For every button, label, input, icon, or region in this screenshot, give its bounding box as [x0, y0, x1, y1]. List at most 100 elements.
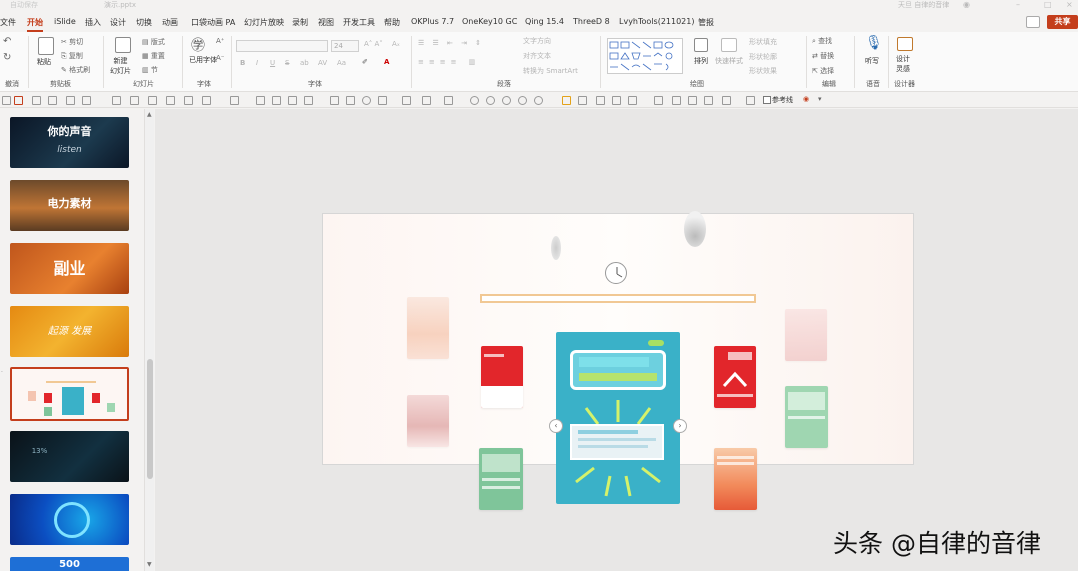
tab-guanbao[interactable]: 管报 [698, 17, 714, 28]
paste-button[interactable]: 粘贴 [37, 57, 51, 67]
text-direction-button[interactable]: 文字方向 [523, 36, 551, 46]
tab-animations[interactable]: 动画 [162, 17, 178, 28]
tab-home[interactable]: 开始 [27, 17, 43, 32]
tab-insert[interactable]: 插入 [85, 17, 101, 28]
qat-tool-icon[interactable] [256, 96, 265, 105]
minimize-icon[interactable]: – [1016, 0, 1026, 10]
align-text-button[interactable]: 对齐文本 [523, 51, 551, 61]
maximize-icon[interactable]: □ [1044, 0, 1054, 10]
qat-tool-icon[interactable] [746, 96, 755, 105]
clock-icon[interactable] [605, 262, 627, 284]
char-spacing-button[interactable]: AV [318, 59, 327, 67]
qat-ellipse-icon[interactable] [362, 96, 371, 105]
copy-button[interactable]: ⎘ 复制 [61, 51, 83, 61]
redo-icon[interactable]: ↻ [3, 52, 11, 63]
qat-tool-icon[interactable] [230, 96, 239, 105]
slide-canvas[interactable]: ‹ › [155, 109, 1078, 571]
clear-format-icon[interactable]: Aₓ [392, 40, 400, 48]
tab-threed[interactable]: ThreeD 8 [573, 17, 610, 26]
replace-button[interactable]: ⇄ 替换 [812, 51, 834, 61]
thumbnail-scrollbar[interactable]: ▲ ▼ [144, 109, 154, 571]
template-card-orange[interactable] [714, 448, 757, 510]
qat-tool-icon[interactable] [444, 96, 453, 105]
close-icon[interactable]: × [1066, 0, 1076, 10]
underline-button[interactable]: U [270, 59, 275, 67]
tab-transitions[interactable]: 切换 [136, 17, 152, 28]
section-button[interactable]: ▥ 节 [142, 65, 158, 75]
user-name[interactable]: 天旦 自律的音律 [898, 0, 949, 10]
dictate-button[interactable]: 听写 [865, 56, 879, 66]
change-case-button[interactable]: Aa [337, 59, 346, 67]
qat-tool-icon[interactable] [422, 96, 431, 105]
prev-arrow-icon[interactable]: ‹ [549, 419, 563, 433]
used-fonts-icon[interactable]: ㊫ [191, 35, 205, 55]
autosave-label[interactable]: 自动保存 [10, 0, 38, 10]
arrange-icon[interactable] [694, 38, 708, 52]
qat-tool-icon[interactable] [288, 96, 297, 105]
find-button[interactable]: ⌕ 查找 [812, 36, 832, 46]
tab-qing[interactable]: Qing 15.4 [525, 17, 564, 26]
tab-help[interactable]: 帮助 [384, 17, 400, 28]
qat-tool-icon[interactable] [202, 96, 211, 105]
shadow-button[interactable]: ab [300, 59, 309, 67]
slide-thumbnail[interactable]: 起源 发展 [10, 306, 129, 357]
qat-merge-icon[interactable] [502, 96, 511, 105]
qat-more-icon[interactable]: ▾ [818, 95, 822, 103]
template-card-green[interactable] [479, 448, 523, 510]
title-placeholder[interactable] [480, 294, 756, 303]
template-card-green[interactable] [785, 386, 828, 448]
design-ideas-button[interactable]: 设计 灵感 [896, 54, 910, 74]
qat-tool-icon[interactable] [304, 96, 313, 105]
template-card[interactable] [407, 297, 449, 359]
qat-tool-icon[interactable] [2, 96, 11, 105]
qat-tool-icon[interactable] [562, 96, 571, 105]
strikethrough-button[interactable]: S [285, 59, 289, 67]
quick-styles-button[interactable]: 快速样式 [715, 56, 743, 66]
next-arrow-icon[interactable]: › [673, 419, 687, 433]
qat-rect-icon[interactable] [330, 96, 339, 105]
new-slide-icon[interactable] [115, 37, 131, 53]
comments-button[interactable] [1026, 16, 1040, 28]
qat-merge-icon[interactable] [518, 96, 527, 105]
reference-line-checkbox[interactable] [763, 96, 771, 104]
tab-design[interactable]: 设计 [110, 17, 126, 28]
slide-thumbnail[interactable]: 你的声音 listen [10, 117, 129, 168]
new-slide-button[interactable]: 新建 幻灯片 [110, 56, 131, 76]
tab-developer[interactable]: 开发工具 [343, 17, 375, 28]
arrange-button[interactable]: 排列 [694, 56, 708, 66]
qat-tool-icon[interactable] [272, 96, 281, 105]
highlight-icon[interactable]: ✐ [362, 58, 368, 66]
avatar[interactable]: ◉ [963, 0, 973, 10]
qat-tool-icon[interactable] [628, 96, 637, 105]
increase-font-icon[interactable]: A˄ A˅ [364, 40, 383, 48]
select-button[interactable]: ⇱ 选择 [812, 66, 834, 76]
font-grow-icon[interactable]: A⁺ [216, 37, 224, 45]
qat-tool-icon[interactable] [14, 96, 23, 105]
shapes-gallery[interactable] [607, 38, 683, 74]
tab-view[interactable]: 视图 [318, 17, 334, 28]
template-card-red[interactable] [714, 346, 756, 408]
qat-tool-icon[interactable] [596, 96, 605, 105]
tab-onekey[interactable]: OneKey10 GC [462, 17, 517, 26]
qat-tool-icon[interactable] [166, 96, 175, 105]
floating-ball[interactable] [551, 236, 561, 260]
qat-tool-icon[interactable] [32, 96, 41, 105]
slide-thumbnail[interactable]: 电力素材 [10, 180, 129, 231]
font-name-select[interactable] [236, 40, 328, 52]
smartart-button[interactable]: 转换为 SmartArt [523, 66, 578, 76]
qat-tool-icon[interactable] [130, 96, 139, 105]
center-template-card[interactable] [556, 332, 680, 504]
reset-button[interactable]: ▦ 重置 [142, 51, 165, 61]
bold-button[interactable]: B [240, 59, 245, 67]
undo-icon[interactable]: ↶ [3, 36, 11, 47]
qat-tool-icon[interactable] [82, 96, 91, 105]
qat-tool-icon[interactable] [148, 96, 157, 105]
qat-tool-icon[interactable] [48, 96, 57, 105]
microphone-icon[interactable]: 🎙 [865, 35, 883, 51]
format-painter-button[interactable]: ✎ 格式刷 [61, 65, 90, 75]
tab-islide[interactable]: iSlide [54, 17, 76, 26]
scroll-up-icon[interactable]: ▲ [147, 111, 152, 118]
scroll-down-icon[interactable]: ▼ [147, 561, 152, 568]
eye-icon[interactable]: ◉ [803, 95, 809, 103]
list-buttons[interactable]: ☰ ☰ ⇤ ⇥ ⇕ [418, 39, 484, 47]
